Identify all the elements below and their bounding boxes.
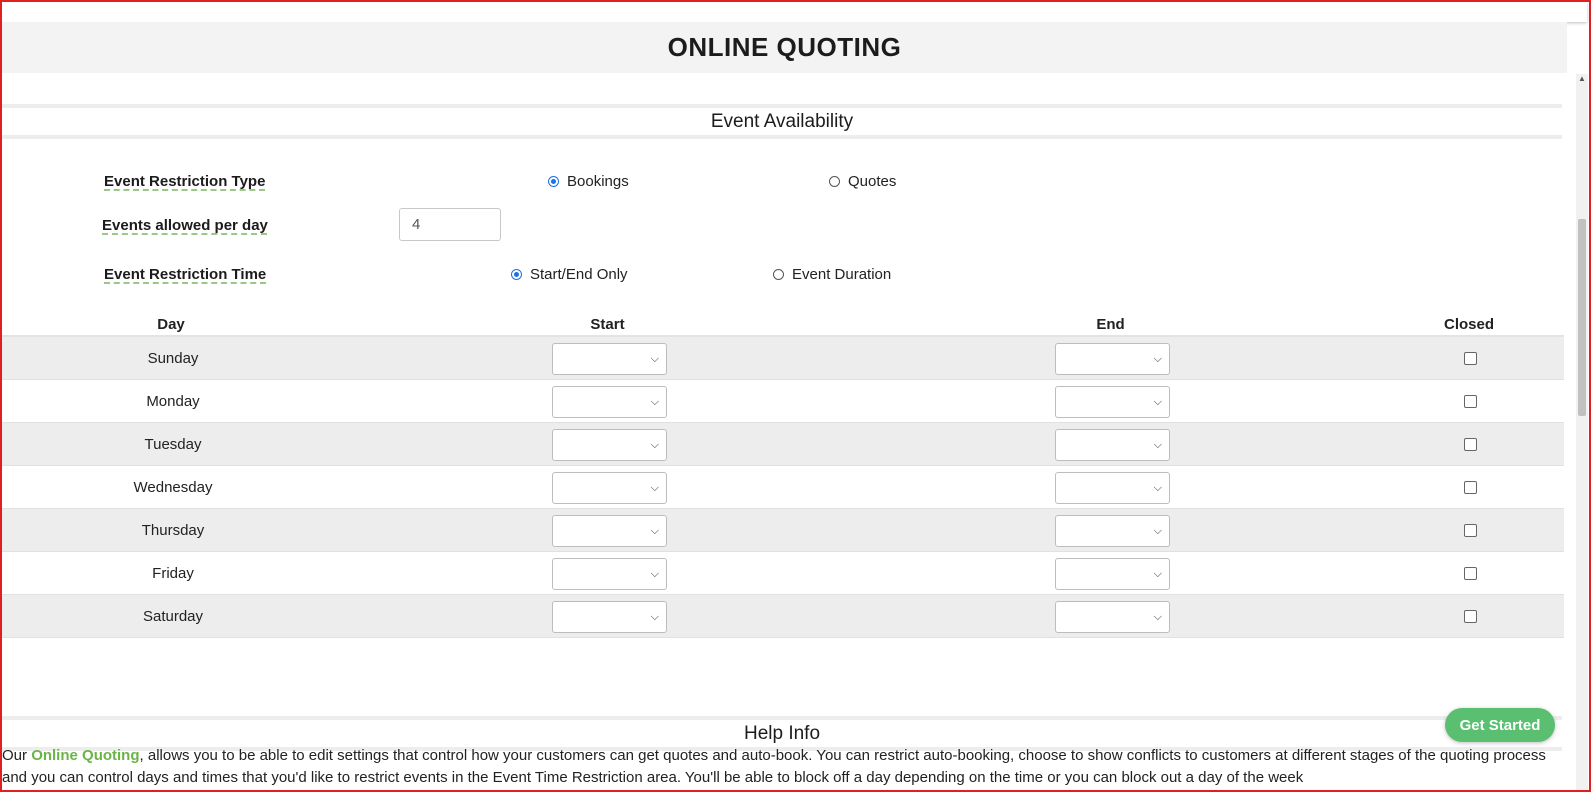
table-row: Sunday ⌵ ⌵ [2,337,1564,380]
column-header-end: End [1096,316,1125,333]
table-row: Friday ⌵ ⌵ [2,552,1564,595]
chevron-down-icon: ⌵ [650,482,659,494]
help-info-text: Our Online Quoting, allows you to be abl… [2,745,1557,789]
start-time-select[interactable]: ⌵ [552,515,667,547]
table-row: Monday ⌵ ⌵ [2,380,1564,423]
closed-checkbox[interactable] [1464,438,1477,451]
closed-checkbox[interactable] [1464,395,1477,408]
closed-checkbox[interactable] [1464,567,1477,580]
quotes-radio[interactable] [829,176,840,187]
start-time-select[interactable]: ⌵ [552,558,667,590]
bookings-radio[interactable] [548,176,559,187]
table-row: Tuesday ⌵ ⌵ [2,423,1564,466]
closed-checkbox[interactable] [1464,352,1477,365]
end-time-select[interactable]: ⌵ [1055,601,1170,633]
chevron-down-icon: ⌵ [1153,611,1162,623]
chevron-down-icon: ⌵ [1153,482,1162,494]
day-name: Saturday [142,607,204,625]
scrollbar-thumb[interactable] [1578,219,1586,416]
start-time-select[interactable]: ⌵ [552,472,667,504]
day-name: Wednesday [133,478,213,496]
page-title: ONLINE QUOTING [667,32,902,62]
bookings-radio-label: Bookings [567,173,629,190]
page-scrollbar[interactable]: ▲ [1576,74,1588,792]
top-bar [2,2,1587,22]
closed-checkbox[interactable] [1464,524,1477,537]
start-time-select[interactable]: ⌵ [552,429,667,461]
chevron-down-icon: ⌵ [1153,353,1162,365]
start-time-select[interactable]: ⌵ [552,343,667,375]
column-header-closed: Closed [1443,316,1494,333]
restriction-time-label: Event Restriction Time [104,266,267,283]
restriction-type-label: Event Restriction Type [104,173,266,190]
chevron-down-icon: ⌵ [650,439,659,451]
start-time-select[interactable]: ⌵ [552,386,667,418]
table-row: Thursday ⌵ ⌵ [2,509,1564,552]
table-row: Wednesday ⌵ ⌵ [2,466,1564,509]
help-intro: Our [2,747,32,764]
scroll-up-icon[interactable]: ▲ [1578,74,1586,83]
column-header-day: Day [157,316,185,333]
end-time-select[interactable]: ⌵ [1055,386,1170,418]
end-time-select[interactable]: ⌵ [1055,343,1170,375]
restriction-type-bookings-option[interactable]: Bookings [548,173,629,190]
chevron-down-icon: ⌵ [650,396,659,408]
event-availability-title: Event Availability [704,110,860,133]
chevron-down-icon: ⌵ [1153,396,1162,408]
end-time-select[interactable]: ⌵ [1055,515,1170,547]
restriction-time-duration-option[interactable]: Event Duration [773,266,891,283]
page-header: ONLINE QUOTING [2,22,1567,73]
day-name: Tuesday [144,435,202,453]
start-time-select[interactable]: ⌵ [552,601,667,633]
chevron-down-icon: ⌵ [650,353,659,365]
day-name: Sunday [147,349,199,367]
table-row: Saturday ⌵ ⌵ [2,595,1564,638]
end-time-select[interactable]: ⌵ [1055,472,1170,504]
online-quoting-link[interactable]: Online Quoting [31,747,139,764]
closed-checkbox[interactable] [1464,610,1477,623]
day-name: Monday [146,392,200,410]
help-info-title: Help Info [737,722,827,745]
get-started-button[interactable]: Get Started [1445,708,1555,742]
event-duration-radio-label: Event Duration [792,266,892,283]
day-name: Friday [152,564,194,582]
chevron-down-icon: ⌵ [1153,525,1162,537]
quotes-radio-label: Quotes [848,173,897,190]
end-time-select[interactable]: ⌵ [1055,558,1170,590]
chevron-down-icon: ⌵ [1153,439,1162,451]
events-per-day-label: Events allowed per day [102,217,268,234]
events-per-day-input[interactable]: 4 [399,208,501,241]
event-availability-heading: Event Availability [2,104,1562,139]
help-body: , allows you to be able to edit settings… [2,747,1546,786]
end-time-select[interactable]: ⌵ [1055,429,1170,461]
start-end-only-radio-label: Start/End Only [530,266,628,283]
chevron-down-icon: ⌵ [650,525,659,537]
event-duration-radio[interactable] [773,269,784,280]
day-name: Thursday [141,521,205,539]
chevron-down-icon: ⌵ [650,568,659,580]
chevron-down-icon: ⌵ [650,611,659,623]
chevron-down-icon: ⌵ [1153,568,1162,580]
closed-checkbox[interactable] [1464,481,1477,494]
column-header-start: Start [590,316,625,333]
restriction-type-quotes-option[interactable]: Quotes [829,173,896,190]
start-end-only-radio[interactable] [511,269,522,280]
restriction-time-start-end-option[interactable]: Start/End Only [511,266,628,283]
